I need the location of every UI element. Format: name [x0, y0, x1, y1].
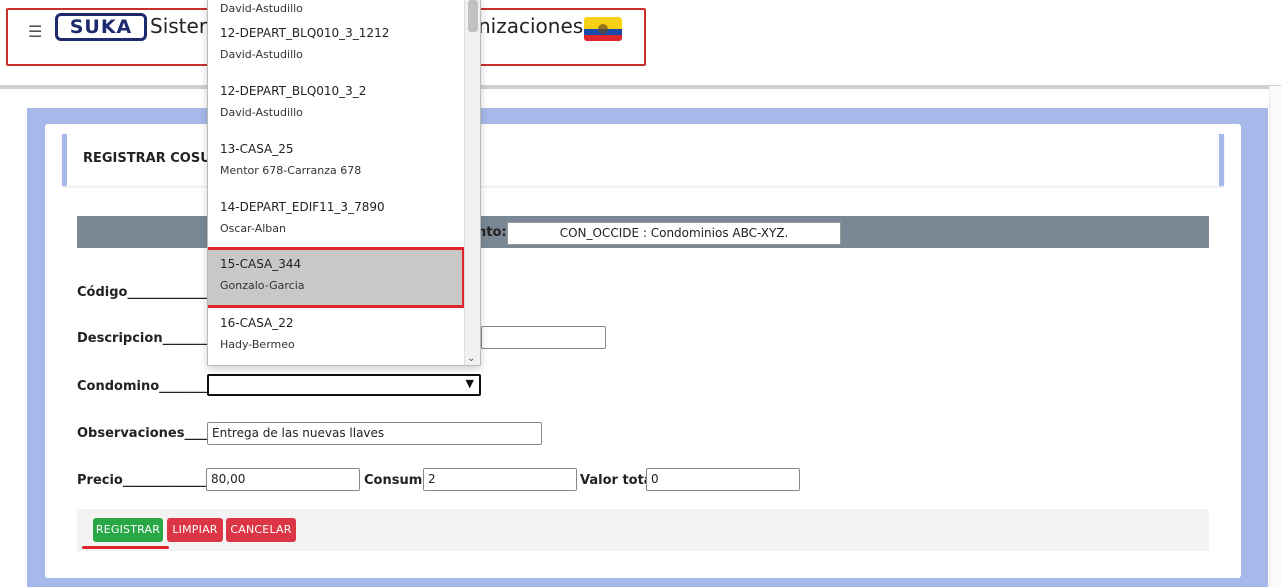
- app-title-start: Sister: [150, 14, 208, 38]
- list-item-code: 14-DEPART_EDIF11_3_7890: [220, 200, 385, 214]
- cancelar-button[interactable]: CANCELAR: [226, 518, 296, 542]
- establishment-field: CON_OCCIDE : Condominios ABC-XYZ.: [507, 222, 841, 245]
- list-item[interactable]: 12-DEPART_BLQ010_3_1212 David-Astudillo: [208, 20, 466, 78]
- list-item-code: 15-CASA_344: [220, 257, 302, 271]
- list-item-name: Mentor 678-Carranza 678: [220, 164, 362, 177]
- dropdown-scrollbar[interactable]: ⌄: [464, 0, 480, 365]
- limpiar-button[interactable]: LIMPIAR: [167, 518, 223, 542]
- ecuador-flag-icon: [584, 17, 622, 41]
- codigo-label: Código______________: [77, 285, 219, 300]
- precio-input[interactable]: 80,00: [206, 468, 360, 491]
- list-item[interactable]: 13-CASA_25 Mentor 678-Carranza 678: [208, 136, 466, 194]
- list-item-name: David-Astudillo: [220, 2, 303, 15]
- list-item-name: Gonzalo-Garcia: [220, 279, 305, 292]
- list-item[interactable]: 12-DEPART_BLQ010_3_2 David-Astudillo: [208, 78, 466, 136]
- consumo-input[interactable]: 2: [423, 468, 577, 491]
- app-title-end: nizaciones: [478, 14, 584, 38]
- list-item-code: 13-CASA_25: [220, 142, 294, 156]
- condomino-select[interactable]: ▼: [207, 374, 481, 396]
- consumo-label: Consumo: [364, 473, 432, 488]
- descripcion-label: Descripcion_________:: [77, 331, 227, 346]
- registrar-button[interactable]: REGISTRAR: [93, 518, 163, 542]
- observaciones-input[interactable]: Entrega de las nuevas llaves: [207, 422, 542, 445]
- list-item-selected[interactable]: 15-CASA_344 Gonzalo-Garcia: [208, 247, 465, 308]
- observaciones-label: Observaciones______:: [77, 426, 229, 441]
- list-item-code: 12-DEPART_BLQ010_3_1212: [220, 26, 390, 40]
- valor-total-input[interactable]: 0: [646, 468, 800, 491]
- precio-label: Precio_____________:: [77, 473, 213, 488]
- list-item-name: Hady-Bermeo: [220, 338, 295, 351]
- establishment-label: nto:: [477, 225, 507, 240]
- page-title: REGISTRAR COSUM: [83, 151, 224, 166]
- scrollbar-thumb[interactable]: [468, 0, 478, 32]
- condomino-dropdown-list[interactable]: David-Astudillo 12-DEPART_BLQ010_3_1212 …: [207, 0, 481, 366]
- suka-logo: SUKA: [55, 13, 147, 41]
- list-item[interactable]: 16-CASA_22 Hady-Bermeo: [208, 310, 466, 365]
- list-item-name: David-Astudillo: [220, 106, 303, 119]
- list-item-name: Oscar-Alban: [220, 222, 286, 235]
- page-scrollbar[interactable]: [1269, 86, 1281, 587]
- chevron-down-icon[interactable]: ⌄: [467, 353, 475, 364]
- list-item[interactable]: 14-DEPART_EDIF11_3_7890 Oscar-Alban: [208, 194, 466, 252]
- list-item-code: 16-CASA_22: [220, 316, 294, 330]
- header-divider: [0, 85, 1281, 89]
- hamburger-icon[interactable]: ☰: [28, 22, 42, 41]
- list-item-name: David-Astudillo: [220, 48, 303, 61]
- list-item-code: 12-DEPART_BLQ010_3_2: [220, 84, 367, 98]
- descripcion-input[interactable]: [481, 326, 606, 349]
- condomino-label: Condomino________:: [77, 379, 217, 394]
- highlight-underline: [82, 546, 169, 549]
- chevron-down-icon[interactable]: ▼: [466, 377, 474, 390]
